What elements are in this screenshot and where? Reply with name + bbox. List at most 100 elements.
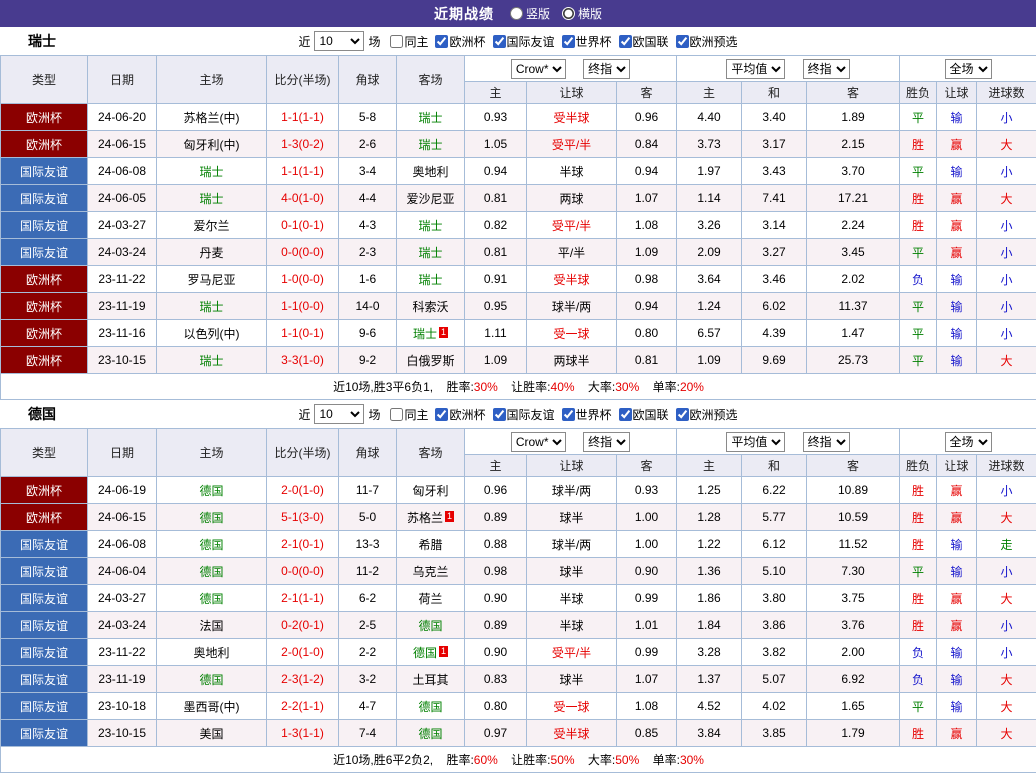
- filter-世界杯[interactable]: 世界杯: [562, 406, 612, 423]
- team-section: 瑞士 近 10 场 同主欧洲杯国际友谊世界杯欧国联欧洲预选 类型 日期 主场 比…: [0, 27, 1036, 400]
- bookmaker-stage-select[interactable]: 终指: [583, 59, 630, 79]
- result-cell: 胜: [900, 185, 937, 212]
- filter-欧国联[interactable]: 欧国联: [619, 33, 669, 50]
- handicap-line-cell: 两球: [527, 185, 617, 212]
- filter-同主[interactable]: 同主: [390, 406, 428, 423]
- odds-home-cell: 0.96: [465, 477, 527, 504]
- scope-select[interactable]: 全场: [945, 59, 992, 79]
- competition-cell: 国际友谊: [1, 531, 88, 558]
- filter-checkbox[interactable]: [619, 35, 632, 48]
- scope-select[interactable]: 全场: [945, 432, 992, 452]
- odds-home-cell: 0.83: [465, 666, 527, 693]
- col-away: 客场: [397, 429, 465, 477]
- view-radio[interactable]: [562, 7, 575, 20]
- col-result: 胜负: [900, 82, 937, 104]
- home-team-cell: 奥地利: [157, 639, 267, 666]
- corner-cell: 5-8: [339, 104, 397, 131]
- handicap-line-cell: 平/半: [527, 239, 617, 266]
- filter-checkbox[interactable]: [493, 35, 506, 48]
- stat-label: 让胜率:: [511, 380, 550, 394]
- away-team-cell: 德国: [397, 612, 465, 639]
- avg-home-cell: 3.84: [677, 720, 742, 747]
- handicap-result-cell: 赢: [937, 239, 977, 266]
- view-option-horizontal[interactable]: 横版: [562, 5, 602, 22]
- avg-home-cell: 2.09: [677, 239, 742, 266]
- view-option-vertical[interactable]: 竖版: [510, 5, 550, 22]
- date-cell: 24-06-04: [88, 558, 157, 585]
- filter-checkbox[interactable]: [676, 35, 689, 48]
- filter-欧洲杯[interactable]: 欧洲杯: [435, 406, 485, 423]
- filter-checkbox[interactable]: [562, 408, 575, 421]
- filter-checkbox[interactable]: [676, 408, 689, 421]
- filter-checkbox[interactable]: [562, 35, 575, 48]
- handicap-line-cell: 受平/半: [527, 639, 617, 666]
- home-team-cell: 德国: [157, 666, 267, 693]
- average-select[interactable]: 平均值: [726, 59, 785, 79]
- away-team-cell: 爱沙尼亚: [397, 185, 465, 212]
- competition-cell: 欧洲杯: [1, 266, 88, 293]
- filter-欧国联[interactable]: 欧国联: [619, 406, 669, 423]
- handicap-line-cell: 半球: [527, 585, 617, 612]
- filter-欧洲预选[interactable]: 欧洲预选: [676, 406, 738, 423]
- odds-home-cell: 0.97: [465, 720, 527, 747]
- filter-国际友谊[interactable]: 国际友谊: [493, 406, 555, 423]
- filter-欧洲杯[interactable]: 欧洲杯: [435, 33, 485, 50]
- result-cell: 负: [900, 266, 937, 293]
- view-radio[interactable]: [510, 7, 523, 20]
- avg-draw-cell: 4.39: [742, 320, 807, 347]
- average-select[interactable]: 平均值: [726, 432, 785, 452]
- avg-away-cell: 10.59: [807, 504, 900, 531]
- corner-cell: 3-2: [339, 666, 397, 693]
- corner-cell: 5-0: [339, 504, 397, 531]
- corner-cell: 2-6: [339, 131, 397, 158]
- filter-同主[interactable]: 同主: [390, 33, 428, 50]
- goals-result-cell: 小: [977, 293, 1036, 320]
- odds-away-cell: 1.01: [617, 612, 677, 639]
- score-cell: 1-1(0-1): [267, 320, 339, 347]
- recent-count-select[interactable]: 10: [314, 404, 364, 424]
- filter-checkbox[interactable]: [435, 35, 448, 48]
- odds-away-cell: 0.94: [617, 158, 677, 185]
- col-odds-away: 客: [617, 82, 677, 104]
- avg-away-cell: 1.89: [807, 104, 900, 131]
- corner-cell: 6-2: [339, 585, 397, 612]
- corner-cell: 1-6: [339, 266, 397, 293]
- filter-国际友谊[interactable]: 国际友谊: [493, 33, 555, 50]
- bookmaker-select[interactable]: Crow*: [511, 59, 566, 79]
- date-cell: 23-11-19: [88, 666, 157, 693]
- avg-draw-cell: 3.43: [742, 158, 807, 185]
- match-row: 国际友谊24-06-04德国0-0(0-0)11-2乌克兰0.98球半0.901…: [1, 558, 1036, 585]
- corner-cell: 2-3: [339, 239, 397, 266]
- filter-checkbox[interactable]: [619, 408, 632, 421]
- average-stage-select[interactable]: 终指: [803, 59, 850, 79]
- handicap-result-cell: 赢: [937, 585, 977, 612]
- filter-世界杯[interactable]: 世界杯: [562, 33, 612, 50]
- home-team-cell: 美国: [157, 720, 267, 747]
- date-cell: 24-06-15: [88, 131, 157, 158]
- date-cell: 23-10-15: [88, 720, 157, 747]
- filter-checkbox[interactable]: [390, 35, 403, 48]
- matches-table: 类型 日期 主场 比分(半场) 角球 客场 Crow* 终指 平均值 终指 全场: [0, 55, 1036, 400]
- competition-cell: 国际友谊: [1, 612, 88, 639]
- bookmaker-select[interactable]: Crow*: [511, 432, 566, 452]
- filter-checkbox[interactable]: [390, 408, 403, 421]
- handicap-line-cell: 受平/半: [527, 212, 617, 239]
- recent-count-select[interactable]: 10: [314, 31, 364, 51]
- match-row: 国际友谊24-06-08德国2-1(0-1)13-3希腊0.88球半/两1.00…: [1, 531, 1036, 558]
- col-away: 客场: [397, 56, 465, 104]
- avg-away-cell: 2.15: [807, 131, 900, 158]
- match-row: 国际友谊23-11-22奥地利2-0(1-0)2-2德国10.90受平/半0.9…: [1, 639, 1036, 666]
- filter-欧洲预选[interactable]: 欧洲预选: [676, 33, 738, 50]
- bookmaker-stage-select[interactable]: 终指: [583, 432, 630, 452]
- filter-checkbox[interactable]: [493, 408, 506, 421]
- home-team-cell: 罗马尼亚: [157, 266, 267, 293]
- avg-away-cell: 2.02: [807, 266, 900, 293]
- col-avg-away: 客: [807, 455, 900, 477]
- handicap-result-cell: 赢: [937, 477, 977, 504]
- average-stage-select[interactable]: 终指: [803, 432, 850, 452]
- goals-result-cell: 大: [977, 347, 1036, 374]
- filter-checkbox[interactable]: [435, 408, 448, 421]
- home-team-cell: 瑞士: [157, 347, 267, 374]
- avg-draw-cell: 3.40: [742, 104, 807, 131]
- avg-draw-cell: 4.02: [742, 693, 807, 720]
